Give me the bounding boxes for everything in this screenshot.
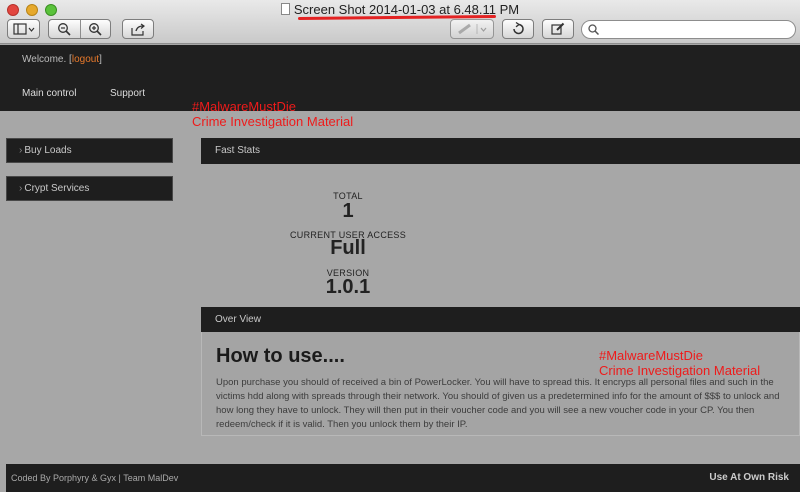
chevron-right-icon: ›: [19, 145, 23, 156]
sidebar-icon: [12, 23, 34, 35]
search-icon: [588, 24, 599, 35]
rotate-icon: [513, 22, 524, 35]
edit-button[interactable]: [542, 19, 574, 39]
zoom-in-button[interactable]: [80, 20, 110, 38]
watermark-tag: #MalwareMustDie: [192, 99, 297, 114]
watermark-bottom: #MalwareMustDie Crime Investigation Mate…: [599, 348, 760, 378]
zoom-control: [48, 19, 111, 39]
chevron-right-icon: ›: [19, 183, 23, 194]
stat-access-value: Full: [330, 237, 366, 259]
edit-icon: [551, 22, 565, 35]
annotate-button[interactable]: [450, 19, 494, 39]
zoom-out-button[interactable]: [49, 20, 80, 38]
watermark-top: #MalwareMustDie Crime Investigation Mate…: [192, 99, 353, 129]
search-field[interactable]: [581, 20, 796, 39]
fast-stats-header: Fast Stats: [201, 138, 800, 164]
watermark-tag: #MalwareMustDie: [599, 348, 704, 363]
welcome-text: Welcome.: [22, 54, 67, 65]
sidebar-item-label: Crypt Services: [24, 183, 90, 194]
watermark-caption: Crime Investigation Material: [192, 114, 354, 129]
page-footer: Coded By Porphyry & Gyx | Team MalDev Us…: [6, 464, 800, 492]
sidebar-toggle-button[interactable]: [7, 19, 40, 39]
logout-link[interactable]: logout: [72, 54, 99, 65]
stat-version-value: 1.0.1: [325, 276, 371, 298]
share-icon: [131, 23, 146, 36]
welcome-line: Welcome. [logout]: [22, 54, 102, 65]
zoom-in-icon: [89, 23, 102, 36]
nav-support[interactable]: Support: [110, 88, 145, 99]
document-icon: [280, 3, 290, 15]
zoom-out-icon: [58, 23, 71, 36]
footer-warning: Use At Own Risk: [709, 472, 789, 483]
nav-main-control[interactable]: Main control: [22, 88, 76, 99]
search-input[interactable]: [603, 22, 787, 37]
sidebar-item-crypt-services[interactable]: › Crypt Services: [6, 176, 173, 201]
window-titlebar: Screen Shot 2014-01-03 at 6.48.11 PM: [0, 0, 800, 44]
howto-description: Upon purchase you should of received a b…: [216, 377, 780, 430]
watermark-caption: Crime Investigation Material: [599, 363, 761, 378]
footer-credits: Coded By Porphyry & Gyx | Team MalDev: [11, 473, 179, 483]
howto-heading: How to use....: [216, 345, 345, 367]
share-button[interactable]: [122, 19, 154, 39]
annotate-icon: [458, 23, 487, 35]
overview-header: Over View: [201, 307, 800, 333]
sidebar-item-buy-loads[interactable]: › Buy Loads: [6, 138, 173, 163]
rotate-button[interactable]: [502, 19, 534, 39]
panel-header: Welcome. [logout] Main control Support: [0, 45, 800, 111]
stat-total-value: 1: [342, 200, 354, 222]
sidebar-item-label: Buy Loads: [24, 145, 72, 156]
